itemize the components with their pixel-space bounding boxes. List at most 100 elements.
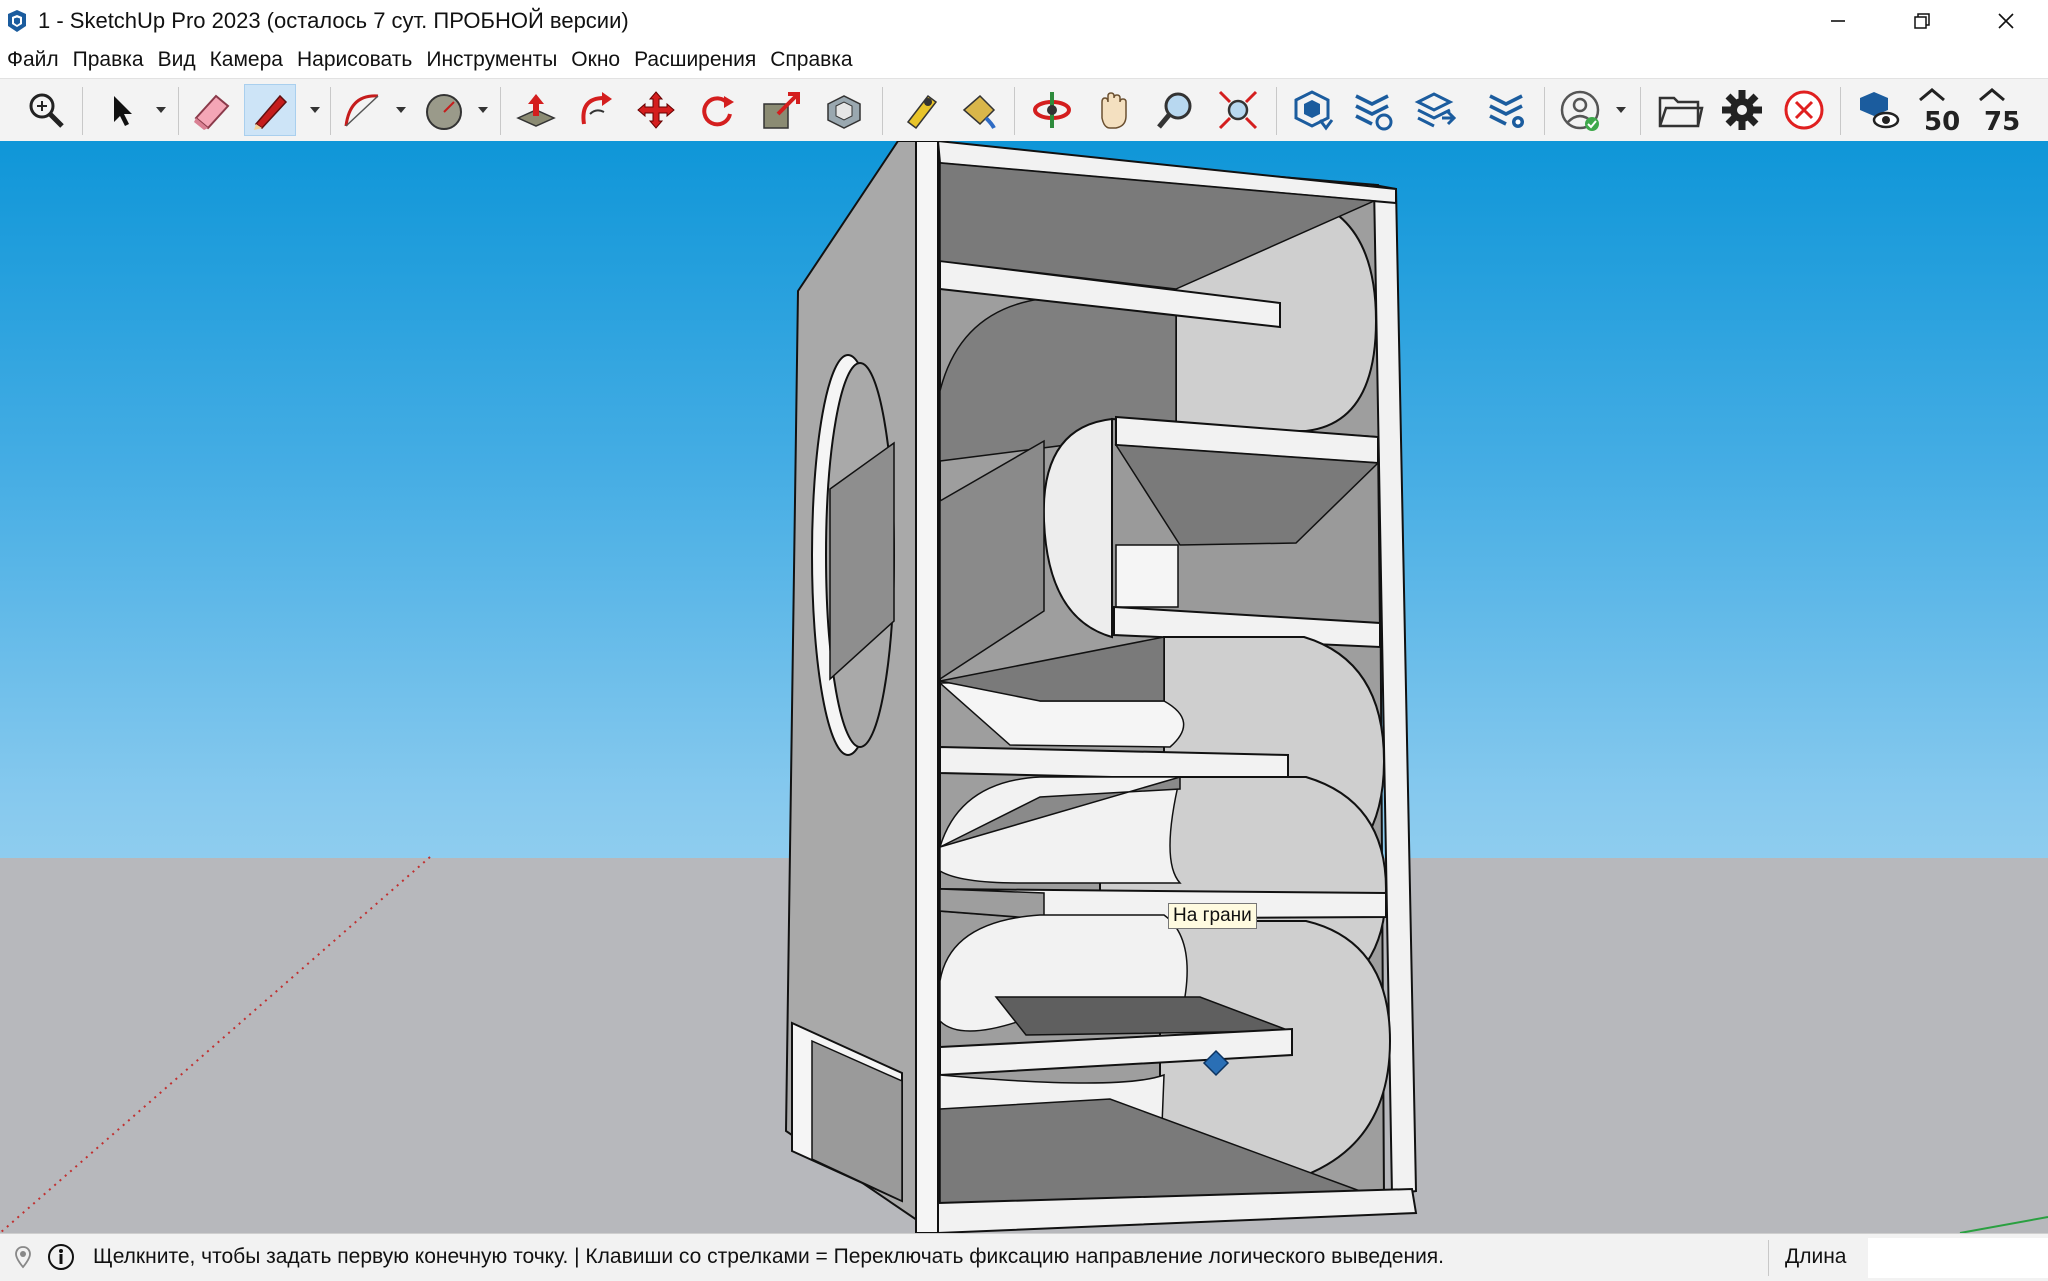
view-eye-button[interactable] <box>1852 84 1904 136</box>
zoom-extents-icon <box>29 93 64 128</box>
minimize-button[interactable] <box>1796 0 1880 42</box>
line-pencil-icon <box>254 94 288 130</box>
3d-warehouse-button[interactable] <box>1286 84 1338 136</box>
tape-measure-icon <box>906 94 938 130</box>
layout-icon <box>1414 92 1456 128</box>
chevron-down-icon <box>478 107 488 113</box>
offset-button[interactable] <box>818 84 870 136</box>
svg-text:75: 75 <box>1984 107 2020 134</box>
orbit-button[interactable] <box>1026 84 1078 136</box>
zoom-button[interactable] <box>1150 84 1202 136</box>
menu-camera[interactable]: Камера <box>203 44 290 76</box>
shape-button[interactable] <box>418 84 470 136</box>
3d-warehouse-icon <box>1294 90 1334 131</box>
move-icon <box>637 91 675 129</box>
eraser-icon <box>194 94 230 130</box>
settings-gear-icon <box>1722 90 1762 130</box>
location-pin-icon <box>15 1246 31 1269</box>
rotate-button[interactable] <box>690 84 742 136</box>
chevron-down-icon <box>156 107 166 113</box>
title-bar: 1 - SketchUp Pro 2023 (осталось 7 сут. П… <box>0 0 2048 42</box>
extension-manager-icon <box>1489 94 1524 128</box>
menu-extensions[interactable]: Расширения <box>627 44 763 76</box>
zoom-50-icon: 50 <box>1919 88 1960 134</box>
pan-icon <box>1101 92 1127 129</box>
geo-location-button[interactable] <box>8 1242 38 1272</box>
zoom-window-icon <box>1218 90 1258 130</box>
instructor-button[interactable] <box>46 1242 76 1272</box>
line-dropdown[interactable] <box>306 84 324 136</box>
inference-tooltip: На грани <box>1168 903 1257 929</box>
arc-dropdown[interactable] <box>392 84 410 136</box>
zoom-50-button[interactable]: 50 <box>1914 84 1966 136</box>
circle-shape-icon <box>426 94 462 130</box>
close-button[interactable] <box>1964 0 2048 42</box>
close-icon <box>1998 13 2014 29</box>
zoom-75-icon: 75 <box>1979 88 2020 134</box>
menu-bar: Файл Правка Вид Камера Нарисовать Инстру… <box>0 44 2048 76</box>
tape-measure-button[interactable] <box>894 84 946 136</box>
chevron-down-icon <box>1616 107 1626 113</box>
info-icon <box>48 1244 74 1270</box>
layout-button[interactable] <box>1408 84 1460 136</box>
scale-button[interactable] <box>756 84 808 136</box>
menu-window[interactable]: Окно <box>564 44 627 76</box>
open-folder-icon <box>1658 96 1704 128</box>
arc-button[interactable] <box>336 84 388 136</box>
account-icon <box>1560 90 1600 131</box>
push-pull-button[interactable] <box>510 84 562 136</box>
rotate-icon <box>702 96 734 127</box>
extension-warehouse-button[interactable] <box>1346 84 1398 136</box>
chevron-down-icon <box>310 107 320 113</box>
minimize-icon <box>1831 20 1845 22</box>
select-icon <box>114 96 132 126</box>
restore-icon <box>1914 13 1930 29</box>
menu-help[interactable]: Справка <box>763 44 859 76</box>
eraser-button[interactable] <box>186 84 238 136</box>
select-dropdown[interactable] <box>152 84 170 136</box>
measurement-input[interactable] <box>1868 1238 2048 1278</box>
drawing-viewport[interactable]: На грани <box>0 141 2048 1233</box>
select-button[interactable] <box>94 84 146 136</box>
zoom-75-button[interactable]: 75 <box>1974 84 2026 136</box>
pan-button[interactable] <box>1086 84 1138 136</box>
measurement-label: Длина <box>1785 1245 1847 1268</box>
offset-icon <box>827 95 861 129</box>
view-eye-icon <box>1860 92 1900 129</box>
paint-bucket-icon <box>962 94 996 129</box>
push-pull-icon <box>516 94 556 127</box>
settings-button[interactable] <box>1716 84 1768 136</box>
orbit-icon <box>1033 92 1071 128</box>
menu-file[interactable]: Файл <box>0 44 66 76</box>
account-button[interactable] <box>1554 84 1606 136</box>
sketchup-logo-icon <box>8 10 26 32</box>
follow-me-icon <box>581 92 612 125</box>
zoom-extents-button[interactable] <box>20 84 72 136</box>
menu-draw[interactable]: Нарисовать <box>290 44 419 76</box>
status-message: Щелкните, чтобы задать первую конечную т… <box>93 1245 1445 1268</box>
menu-tools[interactable]: Инструменты <box>419 44 564 76</box>
status-bar: Щелкните, чтобы задать первую конечную т… <box>0 1233 2048 1281</box>
account-dropdown[interactable] <box>1612 84 1630 136</box>
speaker-enclosure-model <box>0 141 2048 1233</box>
zoom-window-button[interactable] <box>1212 84 1264 136</box>
menu-edit[interactable]: Правка <box>66 44 151 76</box>
zoom-icon <box>1157 92 1192 129</box>
chevron-down-icon <box>396 107 406 113</box>
cancel-icon <box>1784 90 1824 130</box>
toolbar: 50 75 <box>0 78 2048 142</box>
menu-view[interactable]: Вид <box>151 44 203 76</box>
extension-manager-button[interactable] <box>1480 84 1532 136</box>
open-folder-button[interactable] <box>1654 84 1706 136</box>
restore-button[interactable] <box>1880 0 1964 42</box>
follow-me-button[interactable] <box>570 84 622 136</box>
extension-warehouse-icon <box>1355 94 1393 131</box>
svg-text:50: 50 <box>1924 107 1960 134</box>
move-button[interactable] <box>630 84 682 136</box>
paint-bucket-button[interactable] <box>952 84 1004 136</box>
cancel-button[interactable] <box>1778 84 1830 136</box>
window-title: 1 - SketchUp Pro 2023 (осталось 7 сут. П… <box>38 8 629 33</box>
line-pencil-button[interactable] <box>244 84 296 136</box>
arc-icon <box>344 94 379 127</box>
shape-dropdown[interactable] <box>474 84 492 136</box>
